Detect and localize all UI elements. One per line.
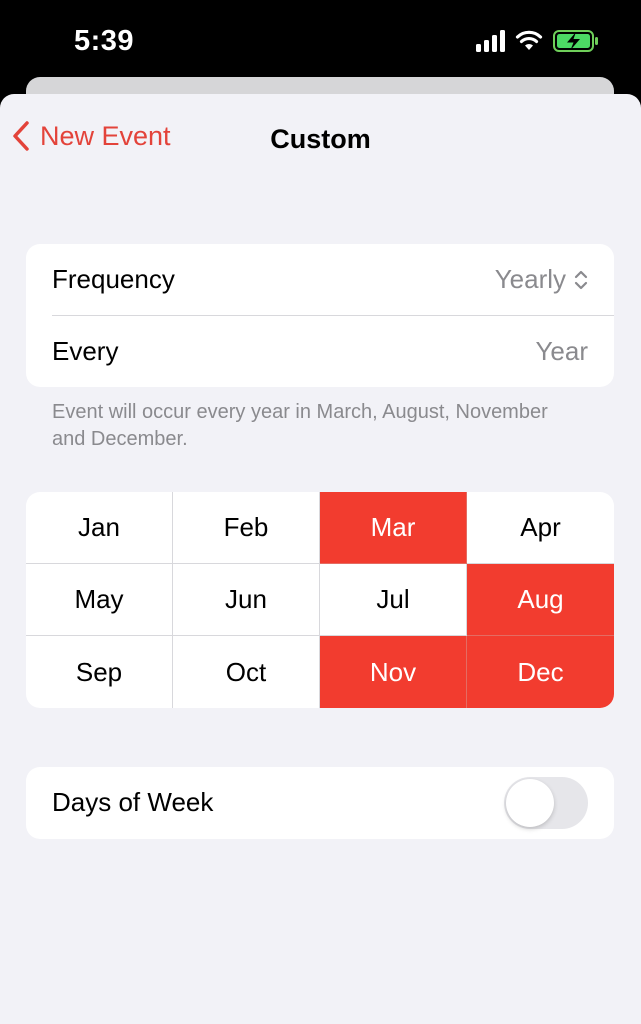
month-cell-mar[interactable]: Mar	[320, 492, 467, 564]
frequency-label: Frequency	[52, 264, 175, 294]
frequency-value[interactable]: Yearly	[495, 264, 588, 295]
month-cell-oct[interactable]: Oct	[173, 636, 320, 708]
month-cell-sep[interactable]: Sep	[26, 636, 173, 708]
wifi-icon	[515, 30, 543, 50]
month-grid: Jan Feb Mar Apr May Jun Jul Aug Sep Oct Nov Dec	[26, 492, 614, 708]
month-cell-aug[interactable]: Aug	[467, 564, 614, 636]
chevron-left-icon	[13, 121, 29, 151]
days-of-week-label: Days of Week	[52, 787, 214, 817]
custom-repeat-sheet: Custom New Event Frequency Yearly Every …	[0, 94, 641, 1024]
month-cell-jan[interactable]: Jan	[26, 492, 173, 564]
month-cell-feb[interactable]: Feb	[173, 492, 320, 564]
frequency-value-text: Yearly	[494, 264, 566, 294]
back-button-label: New Event	[40, 120, 171, 151]
battery-charging-icon	[553, 30, 598, 52]
frequency-row[interactable]: Frequency Yearly	[26, 244, 614, 315]
month-cell-nov[interactable]: Nov	[320, 636, 467, 708]
month-cell-jul[interactable]: Jul	[320, 564, 467, 636]
days-of-week-card: Days of Week	[26, 767, 614, 839]
status-icons	[476, 30, 599, 52]
recurrence-summary: Event will occur every year in March, Au…	[52, 401, 548, 450]
every-label: Every	[52, 335, 119, 366]
days-of-week-row: Days of Week	[26, 767, 614, 838]
month-cell-may[interactable]: May	[26, 564, 173, 636]
status-bar: 5:39	[0, 0, 641, 80]
month-cell-dec[interactable]: Dec	[467, 636, 614, 708]
frequency-card: Frequency Yearly Every Year	[26, 244, 614, 387]
status-time: 5:39	[74, 25, 135, 57]
month-cell-jun[interactable]: Jun	[173, 564, 320, 636]
back-button[interactable]: New Event	[12, 120, 171, 152]
every-row[interactable]: Every Year	[52, 315, 614, 386]
days-of-week-toggle[interactable]	[504, 776, 588, 829]
every-value[interactable]: Year	[535, 336, 588, 367]
signal-icon	[476, 30, 505, 52]
chevron-up-down-icon	[574, 270, 588, 289]
month-cell-apr[interactable]: Apr	[467, 492, 614, 564]
toggle-knob	[506, 778, 554, 827]
